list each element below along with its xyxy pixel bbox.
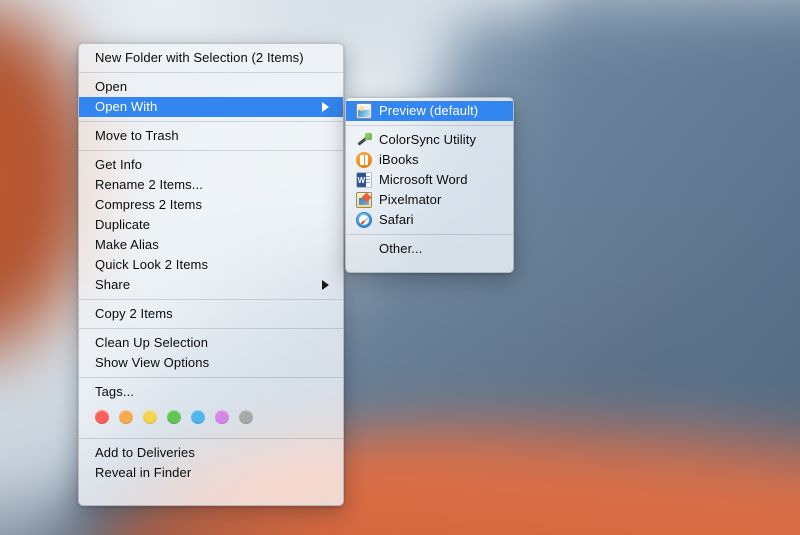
tag-swatch-gray[interactable] [239,410,253,424]
submenu-item-safari[interactable]: Safari [346,210,513,230]
menu-item-make-alias-label: Make Alias [95,235,329,255]
submenu-item-ibooks[interactable]: iBooks [346,150,513,170]
menu-item-get-info[interactable]: Get Info [79,155,343,175]
menu-item-add-to-deliveries[interactable]: Add to Deliveries [79,443,343,463]
tag-swatch-row [79,402,343,434]
menu-item-new-folder-with-selection-label: New Folder with Selection (2 Items) [95,48,329,68]
menu-item-duplicate-label: Duplicate [95,215,329,235]
menu-item-open-with[interactable]: Open With [79,97,343,117]
menu-item-add-to-deliveries-label: Add to Deliveries [95,443,329,463]
menu-separator [79,299,343,300]
submenu-item-safari-label: Safari [379,210,501,230]
tag-swatch-purple[interactable] [215,410,229,424]
menu-item-rename-2-items[interactable]: Rename 2 Items... [79,175,343,195]
submenu-item-microsoft-word[interactable]: Microsoft Word [346,170,513,190]
menu-item-get-info-label: Get Info [95,155,329,175]
menu-item-copy-2-items-label: Copy 2 Items [95,304,329,324]
menu-separator [79,438,343,439]
menu-separator [79,328,343,329]
finder-context-menu[interactable]: New Folder with Selection (2 Items) OpenO… [78,43,344,506]
menu-item-open[interactable]: Open [79,77,343,97]
submenu-item-microsoft-word-label: Microsoft Word [379,170,501,190]
menu-item-move-to-trash-label: Move to Trash [95,126,329,146]
tag-swatch-blue[interactable] [191,410,205,424]
menu-item-clean-up-selection[interactable]: Clean Up Selection [79,333,343,353]
submenu-item-ibooks-label: iBooks [379,150,501,170]
colorsync-utility-icon [356,132,372,148]
menu-item-show-view-options[interactable]: Show View Options [79,353,343,373]
pixelmator-icon [356,192,372,208]
menu-item-move-to-trash[interactable]: Move to Trash [79,126,343,146]
wallpaper-top-haze [0,0,800,31]
menu-item-clean-up-selection-label: Clean Up Selection [95,333,329,353]
menu-separator [346,234,513,235]
menu-separator [79,72,343,73]
menu-item-reveal-in-finder[interactable]: Reveal in Finder [79,463,343,483]
menu-item-compress-2-items-label: Compress 2 Items [95,195,329,215]
menu-item-duplicate[interactable]: Duplicate [79,215,343,235]
menu-item-open-with-label: Open With [95,97,312,117]
menu-separator [346,125,513,126]
menu-item-new-folder-with-selection[interactable]: New Folder with Selection (2 Items) [79,48,343,68]
submenu-item-preview[interactable]: Preview (default) [346,101,513,121]
menu-separator [79,121,343,122]
menu-item-tags-label: Tags... [95,382,329,402]
submenu-item-colorsync-utility-label: ColorSync Utility [379,130,501,150]
tag-swatch-orange[interactable] [119,410,133,424]
menu-item-show-view-options-label: Show View Options [95,353,329,373]
no-icon-placeholder [356,241,372,257]
open-with-submenu[interactable]: Preview (default) ColorSync UtilityiBooks… [345,97,514,273]
microsoft-word-icon [356,172,372,188]
menu-item-tags[interactable]: Tags... [79,382,343,402]
menu-item-quick-look-2-items-label: Quick Look 2 Items [95,255,329,275]
submenu-item-preview-label: Preview (default) [379,101,501,121]
menu-item-reveal-in-finder-label: Reveal in Finder [95,463,329,483]
submenu-arrow-icon [322,280,329,290]
menu-item-compress-2-items[interactable]: Compress 2 Items [79,195,343,215]
ibooks-icon [356,152,372,168]
menu-item-quick-look-2-items[interactable]: Quick Look 2 Items [79,255,343,275]
menu-separator [79,377,343,378]
submenu-item-pixelmator[interactable]: Pixelmator [346,190,513,210]
tag-swatch-yellow[interactable] [143,410,157,424]
menu-item-share-label: Share [95,275,312,295]
menu-item-open-label: Open [95,77,329,97]
menu-item-share[interactable]: Share [79,275,343,295]
menu-separator [79,150,343,151]
submenu-item-colorsync-utility[interactable]: ColorSync Utility [346,130,513,150]
menu-item-make-alias[interactable]: Make Alias [79,235,343,255]
tag-swatch-red[interactable] [95,410,109,424]
tag-swatch-green[interactable] [167,410,181,424]
submenu-item-other[interactable]: Other... [346,239,513,259]
submenu-item-pixelmator-label: Pixelmator [379,190,501,210]
preview-icon [356,103,372,119]
menu-item-rename-2-items-label: Rename 2 Items... [95,175,329,195]
desktop: New Folder with Selection (2 Items)OpenO… [0,0,800,535]
submenu-arrow-icon [322,102,329,112]
safari-icon [356,212,372,228]
menu-item-copy-2-items[interactable]: Copy 2 Items [79,304,343,324]
submenu-item-other-label: Other... [379,239,501,259]
